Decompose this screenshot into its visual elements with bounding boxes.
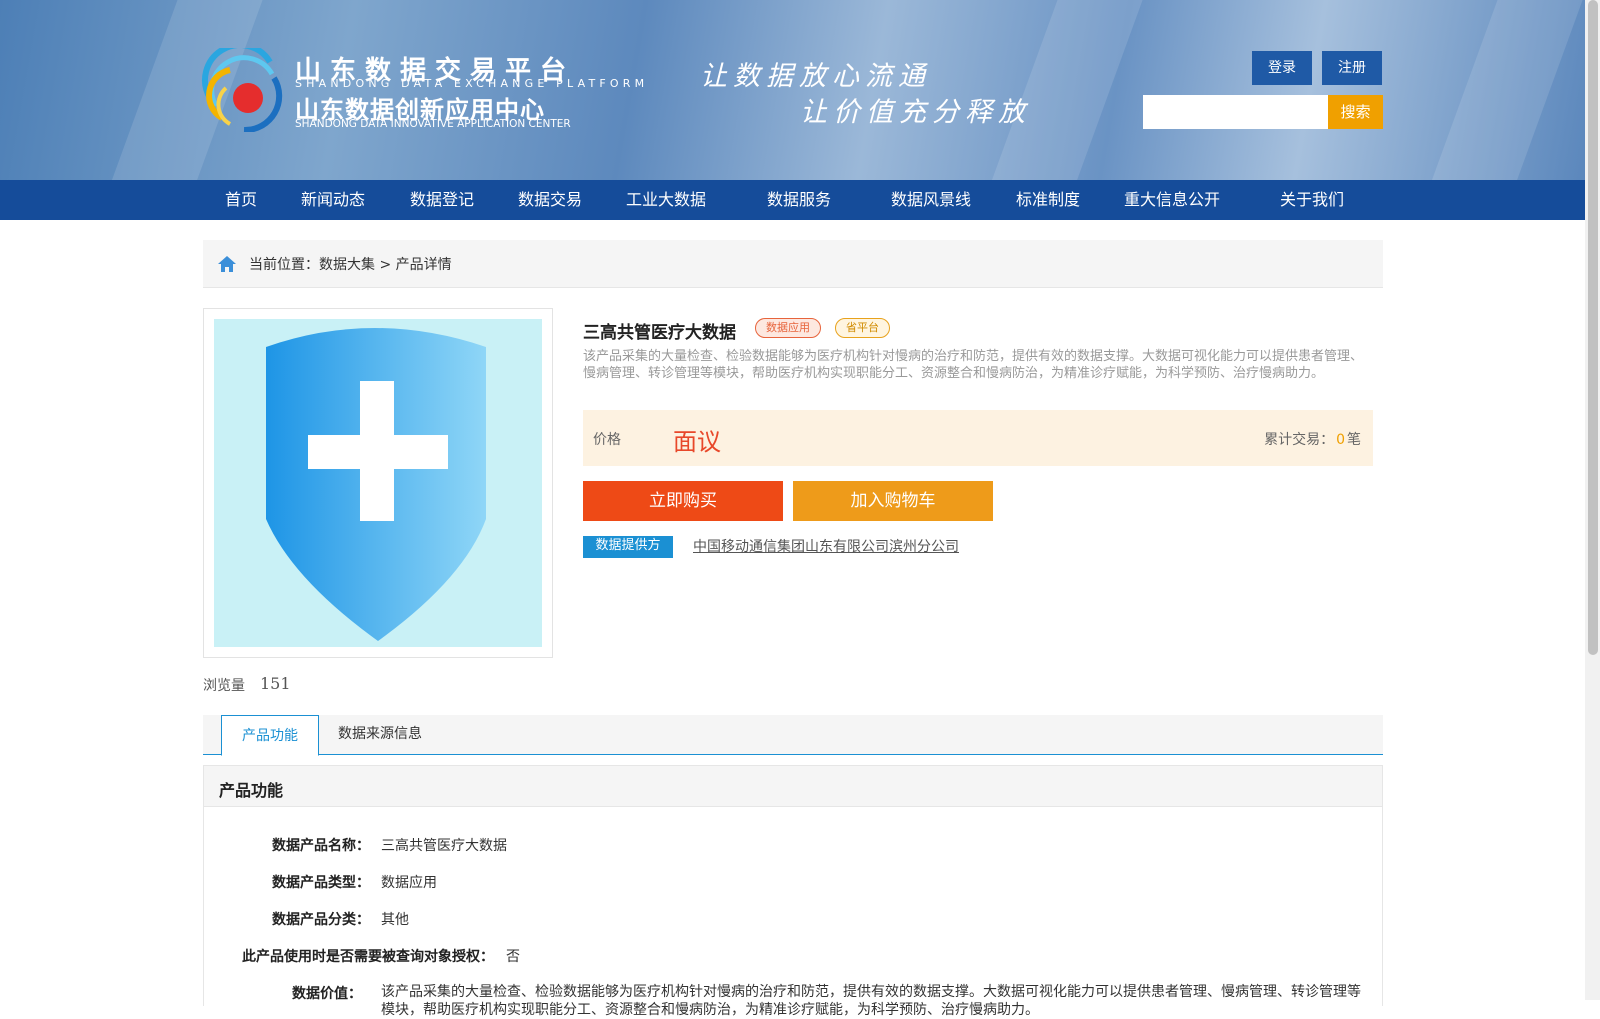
nav-item-data-services[interactable]: 数据服务 [767,180,831,220]
row-value-authorization: 否 [506,949,520,965]
function-panel-body: 数据产品名称： 三高共管医疗大数据 数据产品类型： 数据应用 数据产品分类： 其… [203,806,1383,1018]
row-label-product-name: 数据产品名称： [272,838,370,854]
home-icon[interactable] [217,254,237,274]
product-tag-provincial-platform: 省平台 [835,318,890,338]
detail-tabs: 产品功能 数据来源信息 [203,715,1383,756]
trade-count-text: 累计交易： 0 笔 [1264,429,1361,449]
site-header: 山东数据交易平台 SHANDONG DATA EXCHANGE PLATFORM… [0,0,1585,180]
search-button[interactable]: 搜索 [1328,95,1383,129]
medical-shield-plus-icon [266,328,486,641]
nav-item-data-registration[interactable]: 数据登记 [410,180,474,220]
row-label-product-category: 数据产品分类： [272,912,370,928]
breadcrumb-prefix: 当前位置： [249,257,319,273]
views-count: 151 [260,674,291,693]
logo-title-en: SHANDONG DATA EXCHANGE PLATFORM [295,77,649,90]
price-value: 面议 [673,428,721,456]
row-value-product-category: 其他 [381,912,409,928]
slogan-line-1: 让数据放心流通 [700,61,931,92]
trade-label: 累计交易： [1264,432,1335,448]
function-panel-title: 产品功能 [219,781,284,800]
row-value-product-name: 三高共管医疗大数据 [381,838,507,854]
logo-subtitle-en: SHANDONG DATA INNOVATIVE APPLICATION CEN… [295,118,571,130]
product-title: 三高共管医疗大数据 [583,323,736,343]
product-tag-data-application: 数据应用 [755,318,821,338]
provider-link[interactable]: 中国移动通信集团山东有限公司滨州分公司 [693,536,959,556]
buy-now-button[interactable]: 立即购买 [583,481,783,521]
register-button[interactable]: 注册 [1322,51,1382,85]
tab-product-function[interactable]: 产品功能 [221,715,319,756]
row-label-data-value: 数据价值： [292,986,362,1002]
row-label-product-type: 数据产品类型： [272,875,370,891]
product-image [214,319,542,647]
trade-unit: 笔 [1347,432,1361,448]
product-description: 该产品采集的大量检查、检验数据能够为医疗机构针对慢病的治疗和防范，提供有效的数据… [583,349,1364,381]
header-decoration [1411,0,1585,180]
price-label: 价格 [593,432,621,448]
views-label: 浏览量 [203,678,245,694]
nav-item-data-trading[interactable]: 数据交易 [518,180,582,220]
row-value-product-type: 数据应用 [381,875,437,891]
page-scrollbar-thumb[interactable] [1588,0,1598,655]
provider-badge: 数据提供方 [583,536,673,558]
site-logo-icon[interactable] [200,48,284,132]
breadcrumb: 当前位置：数据大集 > 产品详情 [203,240,1383,288]
breadcrumb-text: 当前位置：数据大集 > 产品详情 [249,254,452,274]
main-nav: 首页 新闻动态 数据登记 数据交易 工业大数据 数据服务 数据风景线 标准制度 … [0,180,1585,220]
product-image-frame [203,308,553,658]
function-panel-header: 产品功能 [203,765,1383,807]
row-label-authorization: 此产品使用时是否需要被查询对象授权： [242,949,494,965]
breadcrumb-path[interactable]: 数据大集 > 产品详情 [319,257,452,273]
nav-item-major-disclosure[interactable]: 重大信息公开 [1124,180,1220,220]
search-input[interactable] [1143,95,1328,129]
row-value-data-value: 该产品采集的大量检查、检验数据能够为医疗机构针对慢病的治疗和防范，提供有效的数据… [381,984,1361,1018]
nav-item-data-landscape[interactable]: 数据风景线 [891,180,971,220]
nav-item-about-us[interactable]: 关于我们 [1280,180,1344,220]
nav-item-news[interactable]: 新闻动态 [301,180,365,220]
login-button[interactable]: 登录 [1252,51,1312,85]
add-to-cart-button[interactable]: 加入购物车 [793,481,993,521]
nav-item-standards[interactable]: 标准制度 [1016,180,1080,220]
trade-count: 0 [1336,432,1345,448]
price-box: 价格 面议 累计交易： 0 笔 [583,410,1373,466]
nav-item-home[interactable]: 首页 [225,180,257,220]
slogan-line-2: 让价值充分释放 [800,97,1031,128]
tab-data-source-info[interactable]: 数据来源信息 [338,715,422,755]
nav-item-industrial-big-data[interactable]: 工业大数据 [626,180,706,220]
